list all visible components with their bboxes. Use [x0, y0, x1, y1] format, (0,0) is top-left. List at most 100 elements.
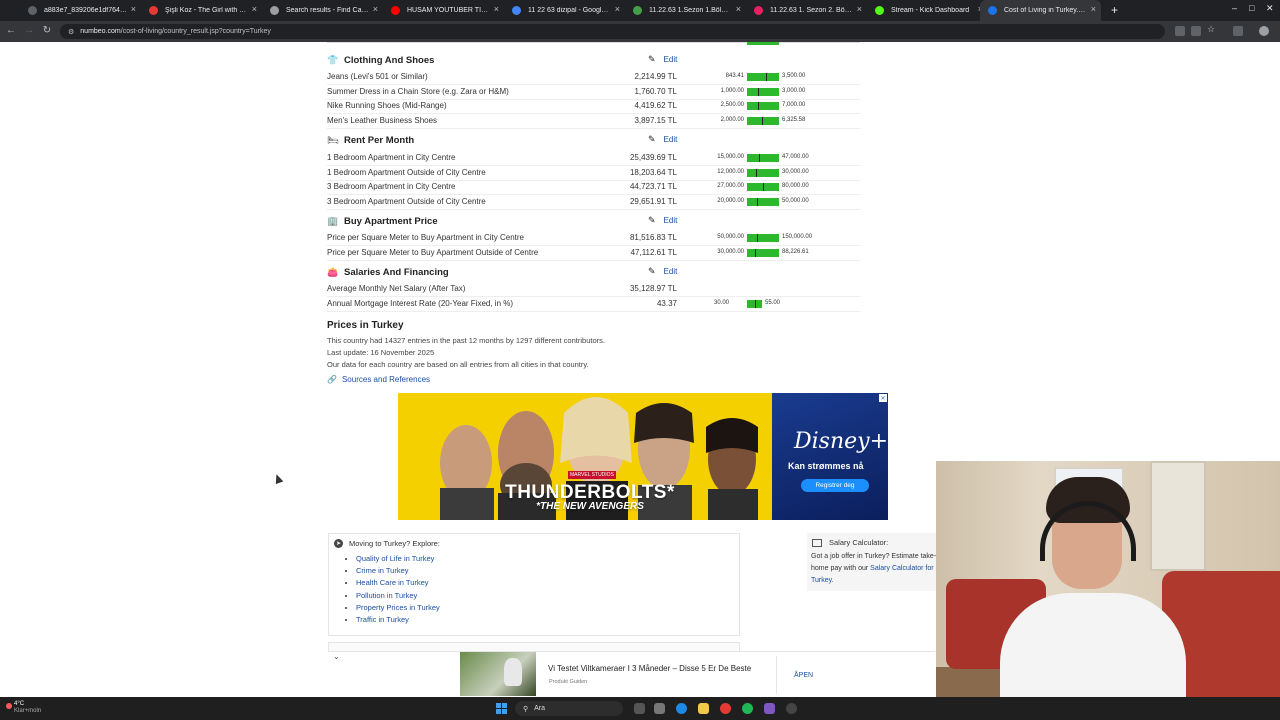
reload-icon[interactable]: ↻: [38, 25, 56, 36]
table-row: 1 Bedroom Apartment Outside of City Cent…: [327, 166, 860, 181]
average-marker: [757, 234, 758, 242]
range-max: 55.00: [765, 299, 781, 306]
ad-banner[interactable]: MARVEL STUDIOS THUNDERBOLTS* *THE NEW AV…: [398, 393, 888, 520]
eye-off-icon[interactable]: [1191, 26, 1201, 36]
widgets-icon[interactable]: [654, 703, 665, 714]
tab-title: 11 22 63 dizipal - Google'da ara: [528, 7, 611, 14]
compass-icon: ➤: [334, 539, 343, 548]
edge-icon[interactable]: [676, 703, 687, 714]
browser-tab[interactable]: HUSAM YOUTUBER TİER LİST ×: [383, 0, 504, 21]
forward-icon[interactable]: →: [20, 25, 38, 36]
edit-label: Edit: [663, 135, 678, 144]
tab-close-icon[interactable]: ×: [252, 4, 257, 14]
tab-close-icon[interactable]: ×: [736, 4, 741, 14]
weather-widget[interactable]: 4°C Klar+moln: [6, 701, 41, 715]
range-max: 7,000.00: [782, 102, 806, 109]
spotify-icon[interactable]: [742, 703, 753, 714]
tab-title: Search results - Find Case Law: [286, 7, 369, 14]
profile-avatar[interactable]: [1259, 26, 1269, 36]
back-icon[interactable]: ←: [2, 25, 20, 36]
app-icon[interactable]: [764, 703, 775, 714]
file-explorer-icon[interactable]: [698, 703, 709, 714]
translate-icon[interactable]: [1175, 26, 1185, 36]
webcam-door: [1150, 461, 1206, 571]
divider: [327, 310, 860, 312]
browser-tab[interactable]: Şişli Koz - The Girl with the Nee ×: [141, 0, 262, 21]
open-button[interactable]: ÅPEN: [794, 672, 813, 679]
average-marker: [755, 248, 756, 257]
sources-link[interactable]: 🔗 Sources and References: [327, 375, 430, 384]
extensions-icon[interactable]: [1233, 26, 1243, 36]
favicon-icon: [754, 6, 763, 15]
webcam-overlay: [936, 461, 1280, 697]
windows-start-icon[interactable]: [496, 703, 507, 714]
prices-title: Prices in Turkey: [327, 320, 404, 331]
chevron-down-icon[interactable]: ⌄: [333, 652, 340, 661]
taskbar-search[interactable]: ⚲ Ara: [515, 701, 623, 716]
bookmark-star-icon[interactable]: ☆: [1207, 24, 1217, 34]
browser-tab[interactable]: 11.22.63 1. Sezon 2. Bölüm izle ×: [746, 0, 867, 21]
section-header-salaries: 👛 Salaries And Financing ✎ Edit: [327, 263, 860, 281]
explore-link-crime[interactable]: Crime in Turkey: [356, 566, 409, 575]
section-title: Salaries And Financing: [344, 266, 449, 278]
favicon-icon: [28, 6, 37, 15]
edit-link[interactable]: ✎ Edit: [648, 266, 677, 277]
edit-link[interactable]: ✎ Edit: [648, 54, 677, 65]
explore-link-health-care[interactable]: Health Care in Turkey: [356, 578, 429, 587]
browser-tab[interactable]: a883e7_839206e1df7640d884 ×: [20, 0, 141, 21]
row-label: 1 Bedroom Apartment in City Centre: [327, 153, 456, 162]
minimize-icon[interactable]: –: [1232, 3, 1237, 13]
window-close-icon[interactable]: ✕: [1266, 3, 1274, 14]
average-marker: [759, 154, 760, 162]
obs-icon[interactable]: [786, 703, 797, 714]
browser-tab[interactable]: Stream - Kick Dashboard×: [867, 0, 988, 21]
range-max: 3,000.00: [782, 87, 806, 94]
browser-tab[interactable]: Search results - Find Case Law ×: [262, 0, 383, 21]
tab-close-icon[interactable]: ×: [1091, 4, 1096, 14]
taskbar-search-label: Ara: [534, 705, 546, 712]
table-row: Nike Running Shoes (Mid-Range) 4,419.62 T…: [327, 99, 860, 114]
chrome-icon[interactable]: [720, 703, 731, 714]
ad-close-icon[interactable]: ✕: [879, 394, 887, 402]
task-view-icon[interactable]: [634, 703, 645, 714]
average-marker: [757, 197, 758, 206]
row-price: 3,897.15 TL: [634, 115, 677, 125]
browser-tab[interactable]: Cost of Living in Turkey. Prices ×: [980, 0, 1101, 21]
sticky-ad[interactable]: ⌄ Vi Testet Viltkameraer I 3 Måneder – D…: [328, 651, 935, 697]
tab-close-icon[interactable]: ×: [373, 4, 378, 14]
maximize-icon[interactable]: □: [1249, 3, 1254, 13]
tab-close-icon[interactable]: ×: [494, 4, 499, 14]
range-bar: [747, 299, 762, 308]
sticky-ad-title[interactable]: Vi Testet Viltkameraer I 3 Måneder – Dis…: [548, 664, 751, 673]
register-button[interactable]: Registrer deg: [801, 479, 869, 492]
explore-link-traffic[interactable]: Traffic in Turkey: [356, 615, 409, 624]
disney-panel: Disney+ Kan strømmes nå Registrer deg: [772, 393, 888, 520]
table-row: 3 Bedroom Apartment in City Centre 44,723…: [327, 180, 860, 195]
pencil-icon: ✎: [648, 54, 656, 64]
explore-link-pollution[interactable]: Pollution in Turkey: [356, 591, 417, 600]
divider: [327, 259, 860, 261]
section-title: Buy Apartment Price: [344, 215, 438, 227]
search-icon: ⚲: [523, 705, 529, 713]
new-tab-button[interactable]: +: [1111, 3, 1118, 17]
divider: [327, 42, 860, 43]
tab-close-icon[interactable]: ×: [131, 4, 136, 14]
edit-link[interactable]: ✎ Edit: [648, 215, 677, 226]
explore-link-quality-of-life[interactable]: Quality of Life in Turkey: [356, 554, 434, 563]
address-bar[interactable]: ⚙ numbeo.com/cost-of-living/country_resu…: [60, 24, 1165, 39]
row-label: Average Monthly Net Salary (After Tax): [327, 284, 466, 293]
disney-logo: Disney+: [794, 429, 888, 454]
table-row: Average Monthly Net Salary (After Tax) 35…: [327, 282, 860, 297]
favicon-icon: [512, 6, 521, 15]
tab-close-icon[interactable]: ×: [615, 4, 620, 14]
row-price: 44,723.71 TL: [629, 182, 677, 192]
table-row: 3 Bedroom Apartment Outside of City Cent…: [327, 195, 860, 210]
explore-link-property-prices[interactable]: Property Prices in Turkey: [356, 603, 440, 612]
tab-close-icon[interactable]: ×: [857, 4, 862, 14]
browser-tab[interactable]: 11 22 63 dizipal - Google'da ara ×: [504, 0, 625, 21]
browser-tab[interactable]: 11.22.63 1.Sezon 1.Bölüm - Diz ×: [625, 0, 746, 21]
row-price: 18,203.64 TL: [629, 167, 677, 177]
range-min: 1,000.00: [720, 87, 744, 94]
tune-icon[interactable]: ⚙: [68, 28, 74, 36]
edit-link[interactable]: ✎ Edit: [648, 134, 677, 145]
